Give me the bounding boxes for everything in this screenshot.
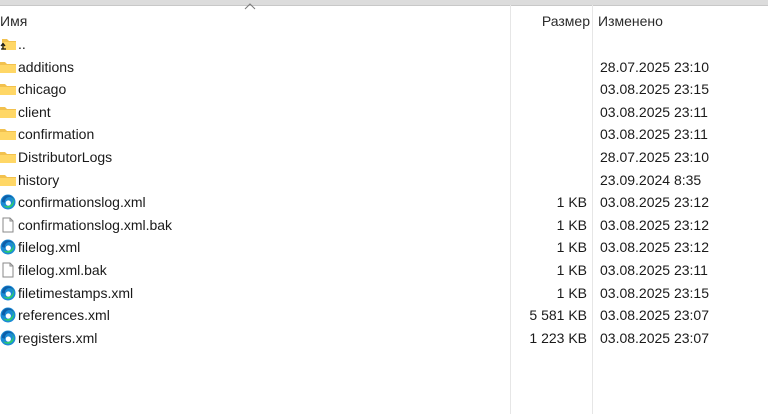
file-icon — [0, 262, 16, 278]
file-name: additions — [18, 58, 75, 75]
file-modified: 03.08.2025 23:11 — [600, 262, 708, 278]
file-size: 1 KB — [556, 194, 587, 211]
up-folder-icon — [0, 36, 16, 52]
file-row[interactable]: confirmationslog.xml 1 KB 03.08.2025 23:12 — [0, 191, 768, 213]
file-row[interactable]: additions 28.07.2025 23:10 — [0, 56, 768, 78]
file-row[interactable]: filetimestamps.xml 1 KB 03.08.2025 23:15 — [0, 282, 768, 304]
file-size: 1 KB — [556, 262, 587, 278]
file-modified: 03.08.2025 23:15 — [600, 284, 709, 301]
edge-xml-icon — [0, 239, 16, 255]
edge-xml-icon — [0, 194, 16, 210]
file-name: filelog.xml — [18, 239, 81, 256]
file-row[interactable]: history 23.09.2024 8:35 — [0, 169, 768, 191]
file-modified: 03.08.2025 23:07 — [600, 329, 709, 346]
file-size: 5 581 KB — [529, 307, 587, 324]
file-name: .. — [18, 36, 26, 52]
folder-icon — [0, 81, 16, 97]
file-name: filetimestamps.xml — [18, 284, 134, 301]
file-modified: 03.08.2025 23:11 — [600, 103, 708, 120]
file-modified: 28.07.2025 23:10 — [600, 149, 709, 165]
file-modified: 03.08.2025 23:12 — [600, 239, 709, 256]
file-row[interactable]: confirmation 03.08.2025 23:11 — [0, 123, 768, 145]
file-modified: 28.07.2025 23:10 — [600, 58, 709, 75]
sort-ascending-icon — [244, 3, 256, 10]
file-row[interactable]: chicago 03.08.2025 23:15 — [0, 78, 768, 100]
file-size: 1 223 KB — [529, 329, 587, 346]
folder-icon — [0, 126, 16, 142]
file-row[interactable]: client 03.08.2025 23:11 — [0, 101, 768, 123]
file-modified: 03.08.2025 23:11 — [600, 126, 708, 143]
file-modified: 03.08.2025 23:12 — [600, 216, 709, 233]
file-size: 1 KB — [556, 239, 587, 256]
file-name: history — [18, 171, 60, 188]
file-row[interactable]: .. — [0, 33, 768, 55]
file-name: DistributorLogs — [18, 149, 113, 165]
file-row[interactable]: confirmationslog.xml.bak 1 KB 03.08.2025 2… — [0, 214, 768, 236]
file-size: 1 KB — [556, 284, 587, 301]
file-icon — [0, 217, 16, 233]
column-header-name-label: Имя — [0, 13, 28, 29]
file-name: registers.xml — [18, 329, 98, 346]
edge-xml-icon — [0, 330, 16, 346]
file-name: chicago — [18, 81, 67, 98]
folder-icon — [0, 104, 16, 120]
file-row[interactable]: registers.xml 1 223 KB 03.08.2025 23:07 — [0, 327, 768, 349]
file-modified: 03.08.2025 23:12 — [600, 194, 709, 211]
file-name: confirmationslog.xml — [18, 194, 146, 211]
file-name: confirmation — [18, 126, 95, 143]
folder-icon — [0, 172, 16, 188]
file-row[interactable]: filelog.xml.bak 1 KB 03.08.2025 23:11 — [0, 259, 768, 281]
file-row[interactable]: references.xml 5 581 KB 03.08.2025 23:07 — [0, 304, 768, 326]
folder-icon — [0, 59, 16, 75]
file-size: 1 KB — [556, 216, 587, 233]
file-name: filelog.xml.bak — [18, 262, 107, 278]
folder-icon — [0, 149, 16, 165]
file-name: client — [18, 103, 51, 120]
file-name: confirmationslog.xml.bak — [18, 216, 173, 233]
file-modified: 23.09.2024 8:35 — [600, 171, 702, 188]
file-row[interactable]: filelog.xml 1 KB 03.08.2025 23:12 — [0, 236, 768, 258]
edge-xml-icon — [0, 285, 16, 301]
file-modified: 03.08.2025 23:07 — [600, 307, 709, 324]
file-modified: 03.08.2025 23:15 — [600, 81, 709, 98]
edge-xml-icon — [0, 307, 16, 323]
file-row[interactable]: DistributorLogs 28.07.2025 23:10 — [0, 146, 768, 168]
file-name: references.xml — [18, 307, 110, 324]
